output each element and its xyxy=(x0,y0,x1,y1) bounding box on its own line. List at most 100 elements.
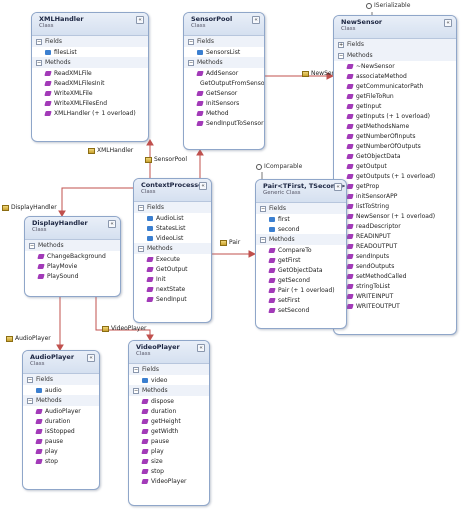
fields-section-header[interactable]: − Fields xyxy=(256,203,346,214)
method-item[interactable]: sendInputs xyxy=(334,251,456,261)
method-item[interactable]: getProp xyxy=(334,181,456,191)
methods-section-header[interactable]: − Methods xyxy=(129,385,209,396)
minus-icon[interactable]: − xyxy=(188,38,194,45)
methods-section-header[interactable]: − Methods xyxy=(184,57,264,68)
method-item[interactable]: GetOutputFromSensor xyxy=(184,78,264,88)
class-box-videoplayer[interactable]: VideoPlayer Class « − Fields video − Metho… xyxy=(128,340,210,506)
fields-section-header[interactable]: − Fields xyxy=(129,364,209,375)
minus-icon[interactable]: − xyxy=(138,245,144,252)
method-item[interactable]: getCommunicatorPath xyxy=(334,81,456,91)
method-item[interactable]: setSecond xyxy=(256,305,346,315)
field-item[interactable]: SensorsList xyxy=(184,47,264,57)
plus-icon[interactable]: + xyxy=(338,41,344,48)
method-item[interactable]: ChangeBackground xyxy=(25,251,120,261)
collapse-icon[interactable]: « xyxy=(444,19,452,27)
method-item[interactable]: getFileToRun xyxy=(334,91,456,101)
field-item[interactable]: VideoList xyxy=(134,233,211,243)
method-item[interactable]: getInputs (+ 1 overload) xyxy=(334,111,456,121)
method-item[interactable]: InitSensors xyxy=(184,98,264,108)
field-item[interactable]: audio xyxy=(23,385,99,395)
methods-section-header[interactable]: − Methods xyxy=(23,395,99,406)
method-item[interactable]: stop xyxy=(129,466,209,476)
method-item[interactable]: AddSensor xyxy=(184,68,264,78)
minus-icon[interactable]: − xyxy=(27,397,33,404)
minus-icon[interactable]: − xyxy=(36,38,42,45)
method-item[interactable]: ReadXMLFilesInit xyxy=(32,78,148,88)
class-header[interactable]: Pair<TFirst, TSecond> Generic Class « xyxy=(256,180,346,203)
fields-section-header[interactable]: − Fields xyxy=(134,202,211,213)
class-box-pair[interactable]: Pair<TFirst, TSecond> Generic Class « − F… xyxy=(255,179,347,329)
class-header[interactable]: AudioPlayer Class « xyxy=(23,351,99,374)
method-item[interactable]: Execute xyxy=(134,254,211,264)
method-item[interactable]: getHeight xyxy=(129,416,209,426)
field-item[interactable]: filesList xyxy=(32,47,148,57)
method-item[interactable]: listToString xyxy=(334,201,456,211)
method-item[interactable]: stop xyxy=(23,456,99,466)
minus-icon[interactable]: − xyxy=(133,366,139,373)
collapse-icon[interactable]: « xyxy=(108,220,116,228)
method-item[interactable]: GetOutput xyxy=(134,264,211,274)
methods-section-header[interactable]: − Methods xyxy=(134,243,211,254)
field-item[interactable]: AudioList xyxy=(134,213,211,223)
method-item[interactable]: nextState xyxy=(134,284,211,294)
method-item[interactable]: GetObjectData xyxy=(334,151,456,161)
method-item[interactable]: associateMethod xyxy=(334,71,456,81)
collapse-icon[interactable]: « xyxy=(199,182,207,190)
method-item[interactable]: READINPUT xyxy=(334,231,456,241)
method-item[interactable]: ~NewSensor xyxy=(334,61,456,71)
method-item[interactable]: pause xyxy=(23,436,99,446)
class-header[interactable]: DisplayHandler Class « xyxy=(25,217,120,240)
method-item[interactable]: getSecond xyxy=(256,275,346,285)
method-item[interactable]: CompareTo xyxy=(256,245,346,255)
method-item[interactable]: PlaySound xyxy=(25,271,120,281)
method-item[interactable]: NewSensor (+ 1 overload) xyxy=(334,211,456,221)
fields-section-header[interactable]: − Fields xyxy=(184,36,264,47)
method-item[interactable]: PlayMovie xyxy=(25,261,120,271)
collapse-icon[interactable]: « xyxy=(252,16,260,24)
methods-section-header[interactable]: − Methods xyxy=(334,50,456,61)
method-item[interactable]: getFirst xyxy=(256,255,346,265)
fields-section-header[interactable]: − Fields xyxy=(32,36,148,47)
class-box-sensorpool[interactable]: SensorPool Class « − Fields SensorsList −… xyxy=(183,12,265,150)
minus-icon[interactable]: − xyxy=(36,59,42,66)
method-item[interactable]: isStopped xyxy=(23,426,99,436)
minus-icon[interactable]: − xyxy=(138,204,144,211)
method-item[interactable]: WRITEINPUT xyxy=(334,291,456,301)
method-item[interactable]: pause xyxy=(129,436,209,446)
fields-section-header[interactable]: − Fields xyxy=(23,374,99,385)
method-item[interactable]: Init xyxy=(134,274,211,284)
minus-icon[interactable]: − xyxy=(29,242,35,249)
field-item[interactable]: video xyxy=(129,375,209,385)
minus-icon[interactable]: − xyxy=(260,205,266,212)
class-box-newsensor[interactable]: NewSensor Class « + Fields − Methods ~NewS… xyxy=(333,15,457,335)
method-item[interactable]: WriteXMLFile xyxy=(32,88,148,98)
field-item[interactable]: first xyxy=(256,214,346,224)
method-item[interactable]: AudioPlayer xyxy=(23,406,99,416)
class-box-xmlhandler[interactable]: XMLHandler Class « − Fields filesList − Me… xyxy=(31,12,149,142)
class-box-displayhandler[interactable]: DisplayHandler Class « − Methods ChangeBa… xyxy=(24,216,121,297)
method-item[interactable]: play xyxy=(129,446,209,456)
method-item[interactable]: getMethodsName xyxy=(334,121,456,131)
method-item[interactable]: XMLHandler (+ 1 overload) xyxy=(32,108,148,118)
minus-icon[interactable]: − xyxy=(27,376,33,383)
method-item[interactable]: play xyxy=(23,446,99,456)
method-item[interactable]: getOutput xyxy=(334,161,456,171)
method-item[interactable]: getWidth xyxy=(129,426,209,436)
method-item[interactable]: duration xyxy=(23,416,99,426)
method-item[interactable]: GetSensor xyxy=(184,88,264,98)
method-item[interactable]: SendInput xyxy=(134,294,211,304)
class-header[interactable]: VideoPlayer Class « xyxy=(129,341,209,364)
method-item[interactable]: stringToList xyxy=(334,281,456,291)
method-item[interactable]: setFirst xyxy=(256,295,346,305)
method-item[interactable]: getNumberOfInputs xyxy=(334,131,456,141)
method-item[interactable]: WriteXMLFilesEnd xyxy=(32,98,148,108)
method-item[interactable]: readDescriptor xyxy=(334,221,456,231)
collapse-icon[interactable]: « xyxy=(87,354,95,362)
collapse-icon[interactable]: « xyxy=(197,344,205,352)
method-item[interactable]: VideoPlayer xyxy=(129,476,209,486)
method-item[interactable]: WRITEOUTPUT xyxy=(334,301,456,311)
minus-icon[interactable]: − xyxy=(133,387,139,394)
method-item[interactable]: Pair (+ 1 overload) xyxy=(256,285,346,295)
minus-icon[interactable]: − xyxy=(338,52,344,59)
minus-icon[interactable]: − xyxy=(260,236,266,243)
